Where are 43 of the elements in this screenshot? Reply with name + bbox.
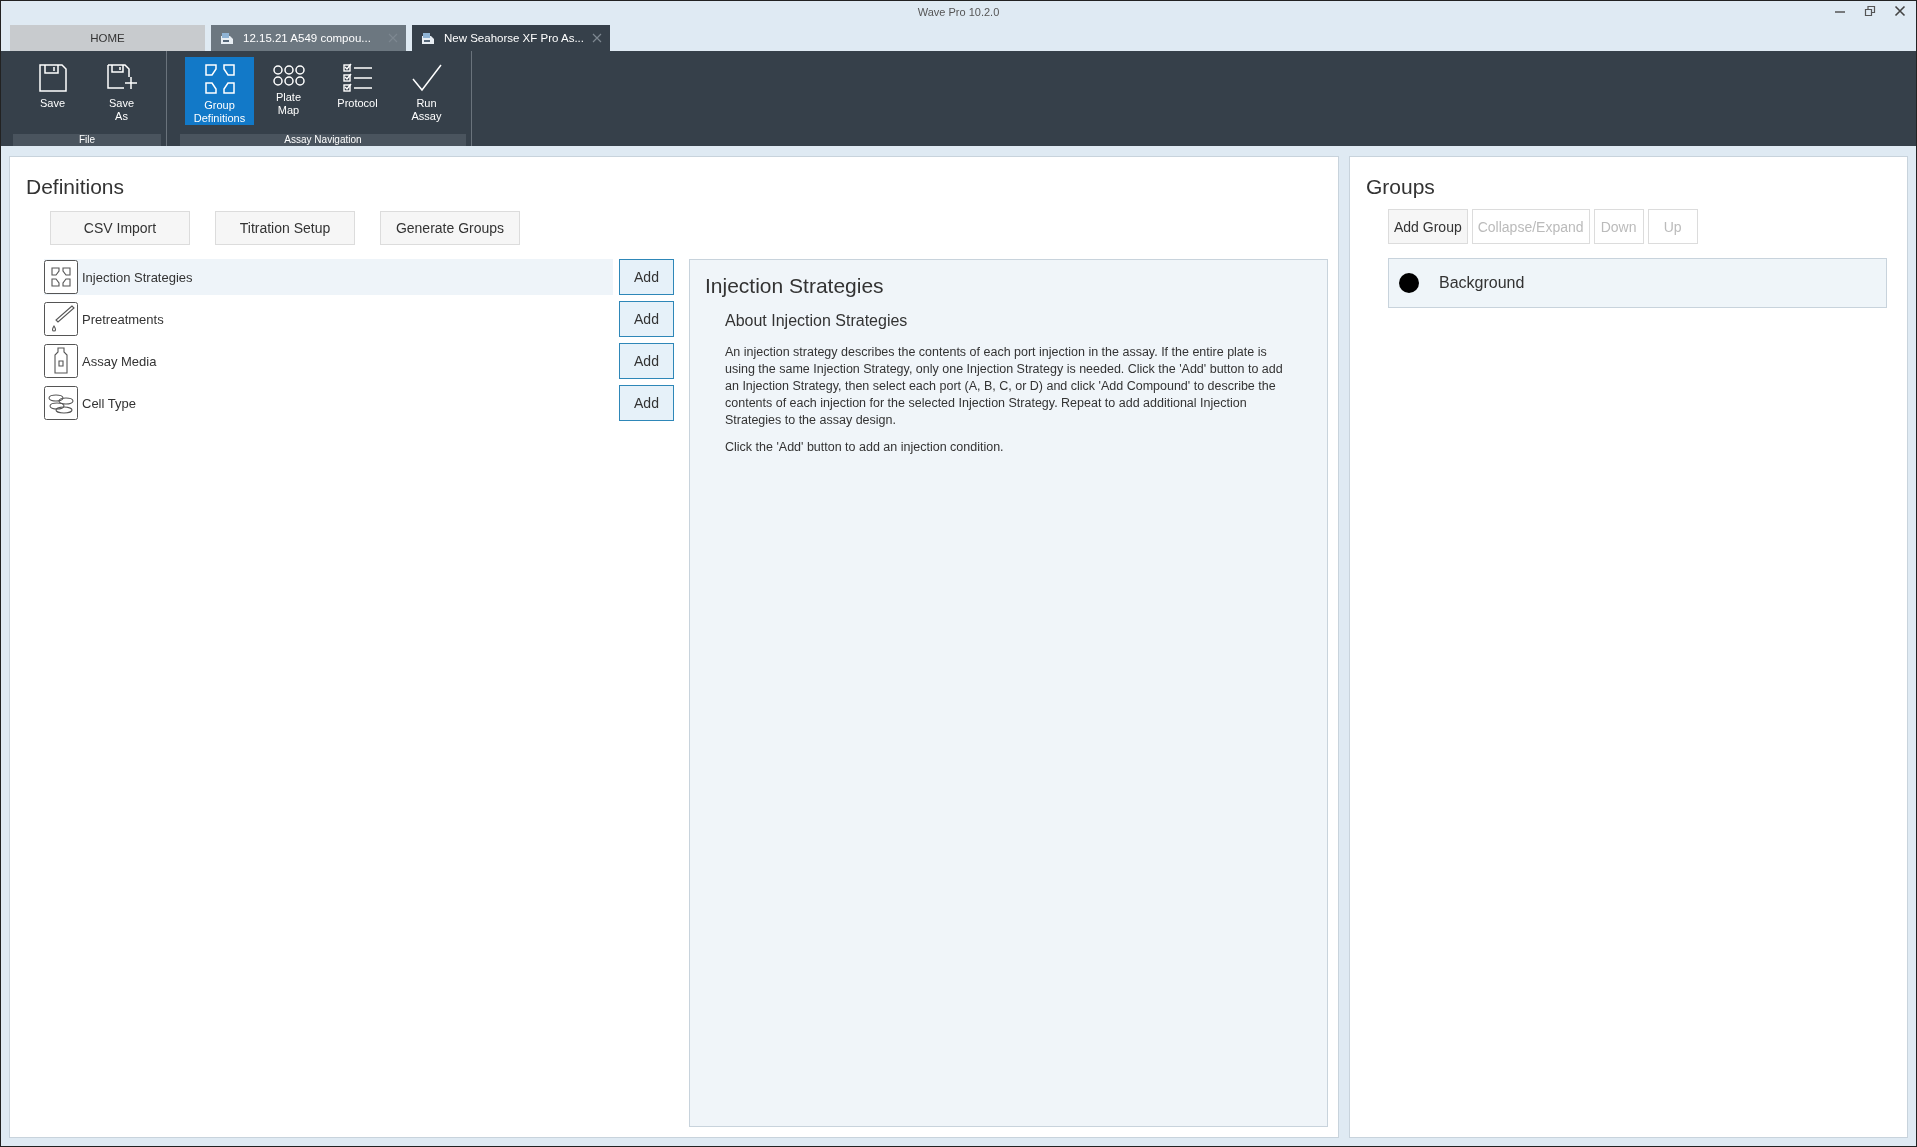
info-paragraph: Click the 'Add' button to add an injection condition.	[725, 439, 1005, 456]
instrument-icon	[420, 31, 436, 45]
well-plate-icon	[272, 63, 305, 87]
group-action-button[interactable]: Add Group	[1388, 209, 1468, 244]
ribbon-group-label: Assay Navigation	[180, 134, 466, 146]
group-item[interactable]: Background	[1388, 258, 1887, 308]
window-title: Wave Pro 10.2.0	[917, 6, 1000, 18]
instrument-icon	[219, 31, 235, 45]
info-subtitle: About Injection Strategies	[725, 312, 909, 330]
panel-title: Groups	[1366, 175, 1436, 199]
action-button[interactable]: Generate Groups	[380, 211, 520, 245]
info-title: Injection Strategies	[705, 274, 885, 298]
document-tab[interactable]: New Seahorse XF Pro As...	[412, 25, 610, 51]
action-button[interactable]: CSV Import	[50, 211, 190, 245]
checklist-icon	[341, 63, 374, 93]
dropper-icon	[44, 302, 78, 336]
add-button[interactable]: Add	[619, 343, 674, 379]
restore-icon[interactable]	[1864, 5, 1876, 17]
ribbon-button[interactable]: Group Definitions	[185, 57, 254, 125]
add-button[interactable]: Add	[619, 259, 674, 295]
action-button[interactable]: Titration Setup	[215, 211, 355, 245]
cells-icon	[44, 386, 78, 420]
document-tab[interactable]: 12.15.21 A549 compou...	[211, 25, 406, 51]
definition-item[interactable]: Assay Media	[44, 343, 613, 379]
ribbon-button[interactable]: Plate Map	[254, 57, 323, 125]
ribbon-button[interactable]: Protocol	[323, 57, 392, 125]
info-paragraph: An injection strategy describes the contents of each port injection in the assay. If the entire plate is using the same Injection Strategy, only one Injection Strategy is needed. Click the 'Add' button to add an Injection Strategy, then select each port (A, B, C, or D) and click 'Add Compound' to describe the contents of each injection for the selected Injection Strategy. Repeat to add additional Injection Strategies to the assay design.	[725, 344, 1284, 429]
close-icon[interactable]	[1894, 5, 1906, 17]
ribbon-group-label: File	[13, 134, 161, 146]
ribbon-button[interactable]: Save	[18, 57, 87, 125]
add-button[interactable]: Add	[619, 301, 674, 337]
ribbon-button[interactable]: Save As	[87, 57, 156, 125]
checkmark-icon	[410, 63, 443, 93]
bottle-icon	[44, 344, 78, 378]
add-button[interactable]: Add	[619, 385, 674, 421]
group-definitions-icon	[203, 63, 236, 95]
group-definitions-icon	[44, 260, 78, 294]
definition-item[interactable]: Pretreatments	[44, 301, 613, 337]
panel-title: Definitions	[26, 175, 126, 199]
document-tab[interactable]: HOME	[10, 25, 205, 51]
definition-item[interactable]: Injection Strategies	[44, 259, 613, 295]
ribbon-button[interactable]: Run Assay	[392, 57, 461, 125]
definition-item[interactable]: Cell Type	[44, 385, 613, 421]
